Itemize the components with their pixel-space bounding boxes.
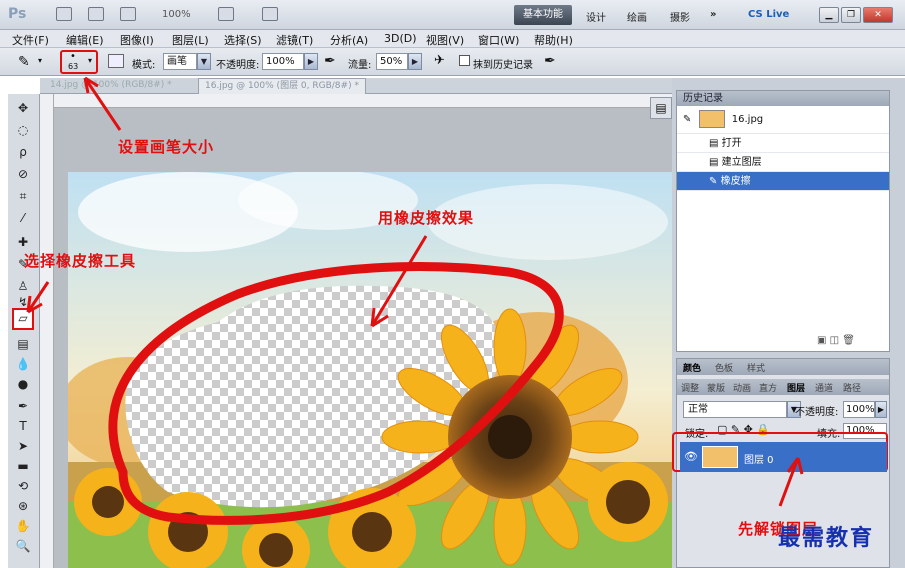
arrow-to-effect [370,235,428,327]
arrow-to-layer [778,457,800,507]
annotation-arrows [26,76,804,507]
arrow-to-brush-size [83,77,122,131]
